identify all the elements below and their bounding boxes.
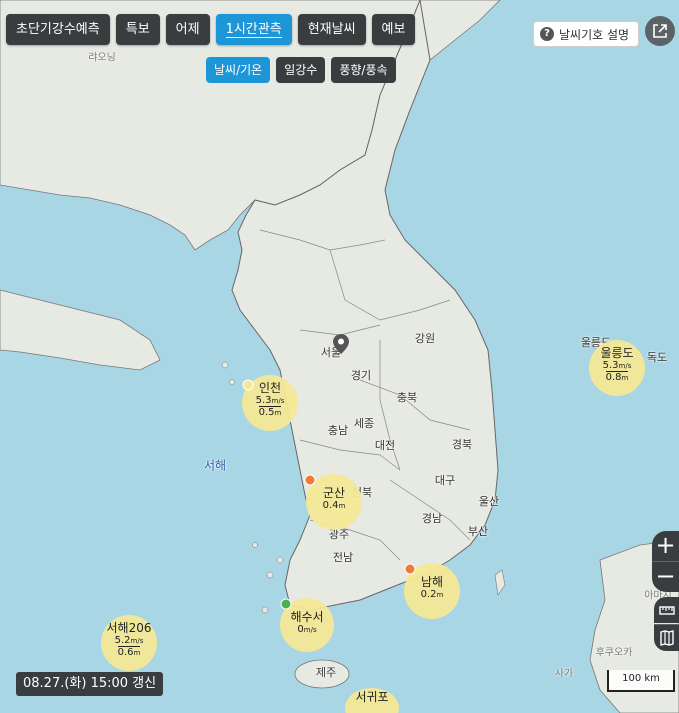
map-layers-button[interactable] — [654, 624, 679, 651]
place-label-sejong: 세종 — [353, 417, 375, 430]
place-label-chungnam: 충남 — [327, 424, 349, 437]
tab-label: 1시간관측 — [225, 22, 282, 38]
help-label: 날씨기호 설명 — [559, 27, 630, 42]
station-name: 울릉도 — [600, 346, 634, 360]
station-seogwipo[interactable]: 서귀포 — [345, 688, 399, 713]
scale-bar: 100 km — [607, 670, 675, 692]
sub-tabs: 날씨/기온 일강수 풍향/풍속 — [206, 57, 396, 83]
station-name: 남해 — [420, 575, 444, 589]
wave-value: 0.5 — [258, 407, 275, 418]
place-label-gangwon: 강원 — [414, 332, 436, 345]
subtab-wind[interactable]: 풍향/풍속 — [331, 57, 396, 83]
station-name: 해수서 — [290, 610, 324, 624]
wave-value: 0.2 — [420, 589, 437, 600]
wave-value: 0.8 — [605, 372, 622, 383]
zoom-in-button[interactable]: + — [652, 531, 679, 561]
tab-label: 어제 — [175, 22, 200, 37]
tab-yesterday[interactable]: 어제 — [165, 14, 210, 45]
wave-value: 0.4 — [322, 500, 339, 511]
place-label-gyeongnam: 경남 — [421, 512, 443, 525]
update-timestamp: 08.27.(화) 15:00 갱신 — [16, 672, 164, 696]
station-seohae206[interactable]: 서해206 5.2m/s 0.6m — [101, 615, 157, 671]
tab-label: 특보 — [125, 22, 150, 37]
subtab-weather-temperature[interactable]: 날씨/기온 — [206, 57, 271, 83]
station-ulleungdo[interactable]: 울릉도 5.3m/s 0.8m — [589, 340, 645, 396]
place-label-jeju: 제주 — [315, 666, 337, 679]
wave-unit: m — [436, 591, 444, 599]
wave-unit: m/s — [303, 626, 317, 634]
wind-unit: m/s — [271, 397, 285, 405]
tab-warnings[interactable]: 특보 — [115, 14, 160, 45]
ruler-button[interactable] — [654, 597, 679, 623]
tab-label: 현재날씨 — [307, 22, 356, 37]
land-shandong — [0, 289, 161, 371]
place-label-laoning: 랴오닝 — [88, 52, 116, 64]
tab-label: 초단기강수예측 — [16, 22, 100, 37]
wind-value: 5.2 — [114, 635, 131, 646]
place-label-jeonnam: 전남 — [332, 551, 354, 564]
wave-value: 0.6 — [117, 647, 134, 658]
station-name: 서해206 — [106, 621, 152, 635]
ruler-icon — [658, 606, 675, 615]
place-label-chungbuk: 충북 — [396, 391, 418, 404]
station-marker — [242, 379, 254, 391]
wind-value: 5.3 — [602, 360, 619, 371]
place-label-saga: 사가 — [554, 668, 574, 680]
tab-current-weather[interactable]: 현재날씨 — [297, 14, 366, 45]
station-marker — [304, 474, 316, 486]
wind-unit: m/s — [618, 362, 632, 370]
tab-forecast[interactable]: 예보 — [371, 14, 416, 45]
external-link-icon — [653, 24, 667, 38]
station-name: 군산 — [322, 486, 346, 500]
place-label-gyeonggi: 경기 — [350, 369, 372, 382]
place-label-fukuoka: 후쿠오카 — [595, 647, 633, 659]
station-marker — [404, 563, 416, 575]
location-pin-icon[interactable] — [333, 334, 349, 354]
wave-unit: m — [274, 409, 282, 417]
weather-symbol-help-button[interactable]: ? 날씨기호 설명 — [533, 21, 640, 47]
external-link-button[interactable] — [645, 16, 675, 46]
station-name: 서귀포 — [355, 690, 389, 704]
weather-map[interactable]: 랴오닝 강원 경기 충북 충남 세종 대전 경북 대구 울산 부산 경남 전북 … — [0, 0, 679, 713]
place-label-busan: 부산 — [467, 525, 489, 538]
station-marker — [280, 598, 292, 610]
place-label-dokdo: 독도 — [646, 351, 668, 364]
place-label-gyeongbuk: 경북 — [451, 438, 473, 451]
help-icon: ? — [540, 27, 554, 41]
wave-unit: m — [338, 502, 346, 510]
wind-unit: m/s — [130, 637, 144, 645]
subtab-daily-precipitation[interactable]: 일강수 — [276, 57, 326, 83]
place-label-ulsan: 울산 — [478, 495, 500, 508]
main-tabs: 초단기강수예측 특보 어제 1시간관측 현재날씨 예보 — [6, 14, 416, 45]
map-icon — [659, 630, 674, 646]
tab-label: 예보 — [381, 22, 406, 37]
tab-short-term-precip[interactable]: 초단기강수예측 — [6, 14, 110, 45]
place-label-daejeon: 대전 — [374, 439, 396, 452]
zoom-out-button[interactable]: − — [652, 561, 679, 592]
sea-label-yellow-sea: 서해 — [203, 458, 227, 473]
tab-hourly-observation[interactable]: 1시간관측 — [215, 14, 292, 45]
wind-value: 5.3 — [255, 395, 272, 406]
wave-unit: m — [621, 374, 629, 382]
place-label-daegu: 대구 — [434, 474, 456, 487]
wave-unit: m — [133, 649, 141, 657]
